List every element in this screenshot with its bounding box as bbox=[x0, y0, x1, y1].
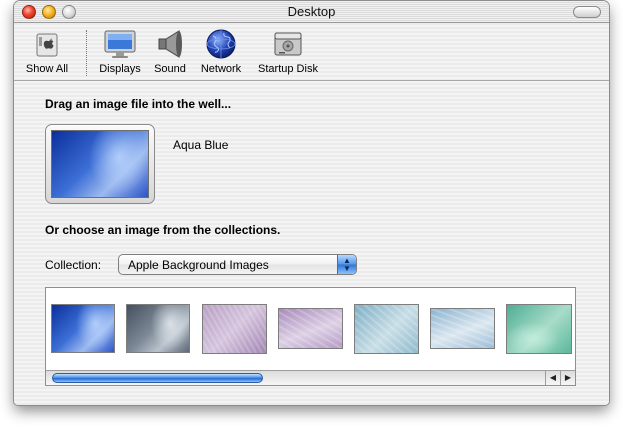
sound-label: Sound bbox=[154, 63, 186, 75]
image-thumbnail[interactable] bbox=[278, 308, 343, 349]
image-thumbnail[interactable] bbox=[354, 304, 419, 354]
network-button[interactable]: Network bbox=[196, 28, 246, 75]
horizontal-scrollbar[interactable]: ◀ ▶ bbox=[46, 370, 575, 385]
startup-disk-label: Startup Disk bbox=[258, 63, 318, 75]
image-thumbnail[interactable] bbox=[202, 304, 267, 354]
toolbar: Show All Displays Sound Network Startup … bbox=[14, 24, 609, 81]
displays-label: Displays bbox=[99, 63, 141, 75]
scroll-left-arrow-icon[interactable]: ◀ bbox=[545, 371, 560, 385]
network-label: Network bbox=[200, 63, 242, 75]
collection-popup[interactable]: Apple Background Images ▲ ▼ bbox=[118, 254, 357, 275]
image-collection-browser: ◀ ▶ bbox=[45, 287, 576, 386]
globe-icon bbox=[204, 28, 238, 60]
scrollbar-thumb[interactable] bbox=[52, 373, 263, 383]
toolbar-toggle-button[interactable] bbox=[573, 6, 601, 18]
show-all-button[interactable]: Show All bbox=[22, 28, 72, 75]
show-all-label: Show All bbox=[25, 63, 69, 75]
toolbar-separator bbox=[86, 30, 87, 76]
image-well[interactable] bbox=[45, 124, 155, 204]
display-monitor-icon bbox=[103, 28, 137, 60]
apple-switch-icon bbox=[30, 28, 64, 60]
scroll-right-arrow-icon[interactable]: ▶ bbox=[560, 371, 575, 385]
startup-disk-button[interactable]: Startup Disk bbox=[252, 28, 324, 75]
window-title: Desktop bbox=[287, 4, 336, 19]
image-thumbnail[interactable] bbox=[506, 304, 572, 354]
selected-image-name: Aqua Blue bbox=[173, 138, 229, 152]
well-heading: Drag an image file into the well... bbox=[45, 97, 232, 111]
collection-label: Collection: bbox=[45, 258, 102, 272]
title-bar[interactable]: Desktop bbox=[14, 1, 609, 23]
sound-button[interactable]: Sound bbox=[149, 28, 191, 75]
image-thumbnail[interactable] bbox=[126, 304, 190, 353]
speaker-icon bbox=[153, 28, 187, 60]
desktop-preferences-window: Desktop Show All Displays Sound Network … bbox=[14, 1, 609, 405]
collections-heading: Or choose an image from the collections. bbox=[45, 223, 281, 237]
displays-button[interactable]: Displays bbox=[96, 28, 144, 75]
image-thumbnail[interactable] bbox=[51, 304, 115, 353]
collection-popup-value: Apple Background Images bbox=[128, 258, 269, 272]
hard-disk-icon bbox=[271, 28, 305, 60]
popup-arrows-icon: ▲ ▼ bbox=[337, 255, 356, 274]
image-thumbnail[interactable] bbox=[430, 308, 495, 349]
selected-desktop-image bbox=[51, 130, 149, 198]
